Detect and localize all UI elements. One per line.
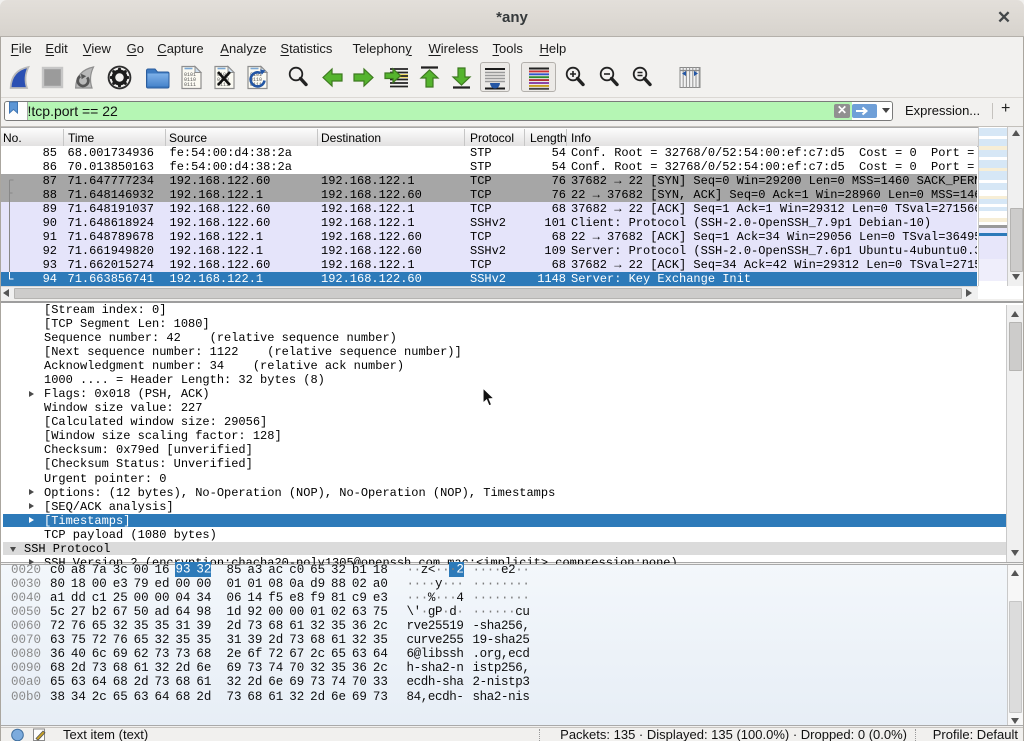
svg-text:0111: 0111 (184, 82, 196, 88)
